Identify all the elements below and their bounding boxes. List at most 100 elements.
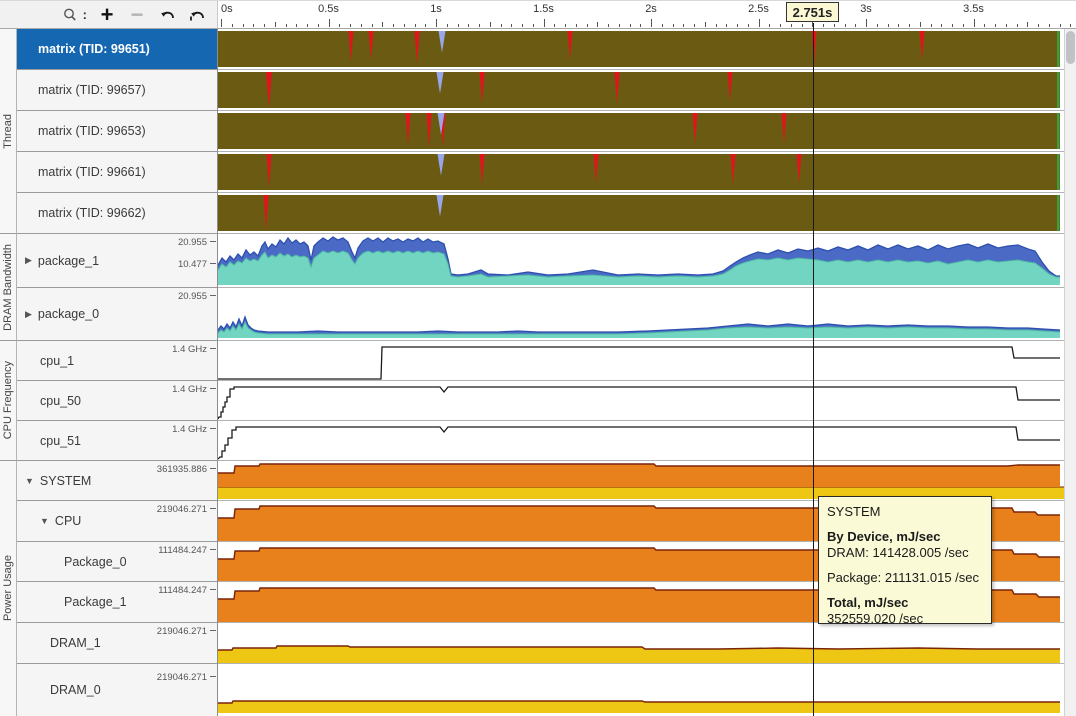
timeline-chart-matrix-tid-99657-[interactable] <box>218 70 1064 111</box>
expand-arrow-icon[interactable]: ▶ <box>25 255 32 266</box>
row-label-dram-0[interactable]: DRAM_0 219046.271 <box>17 664 217 716</box>
section-strip-thread: Thread <box>0 29 17 234</box>
timeline-chart-matrix-tid-99662-[interactable] <box>218 193 1064 234</box>
ruler-tick <box>1038 24 1039 27</box>
vertical-scrollbar[interactable] <box>1064 29 1076 716</box>
row-name: matrix (TID: 99653) <box>38 124 146 138</box>
timeline-chart-dram-1[interactable] <box>218 623 1064 664</box>
ruler-tick <box>274 22 276 27</box>
ruler-tick <box>436 19 437 27</box>
timeline-chart-cpu-51[interactable] <box>218 421 1064 461</box>
ruler-tick <box>446 24 448 27</box>
ruler-tick <box>242 24 244 27</box>
zoom-in-button[interactable]: + <box>97 3 117 25</box>
ruler-tick <box>1048 24 1050 27</box>
row-label-matrix-tid-99657-[interactable]: matrix (TID: 99657) <box>17 70 217 111</box>
ruler-tick <box>1027 22 1029 27</box>
tooltip-title: SYSTEM <box>827 504 881 519</box>
row-label-matrix-tid-99661-[interactable]: matrix (TID: 99661) <box>17 152 217 193</box>
ruler-tick <box>500 24 502 27</box>
ruler-tick-label: 3s <box>860 3 872 15</box>
magnifier-icon <box>60 5 80 25</box>
timeline-chart-package-1[interactable] <box>218 234 1064 288</box>
axis-tick-mark <box>210 241 216 242</box>
timeline-chart-system[interactable] <box>218 461 1064 501</box>
time-marker-label[interactable]: 2.751s <box>786 2 839 22</box>
ruler-tick <box>328 19 330 27</box>
row-name: Package_1 <box>64 595 127 609</box>
ruler-tick <box>952 24 953 27</box>
timeline-chart-cpu-1[interactable] <box>218 341 1064 381</box>
ruler-tick <box>253 24 255 27</box>
axis-max-value: 111484.247 <box>158 545 207 556</box>
row-label-column: matrix (TID: 99651) matrix (TID: 99657) ma… <box>17 29 218 716</box>
row-label-dram-1[interactable]: DRAM_1 219046.271 <box>17 623 217 664</box>
section-strip-power-usage: Power Usage <box>0 461 17 716</box>
timeline-chart-matrix-tid-99661-[interactable] <box>218 152 1064 193</box>
axis-tick-mark <box>210 549 216 550</box>
axis-max-value: 1.4 GHz <box>172 384 207 395</box>
ruler-tick <box>285 24 287 27</box>
row-label-package-0[interactable]: ▶ package_0 20.955 <box>17 288 217 341</box>
zoom-toolbar: : + − <box>0 1 218 28</box>
time-marker-line[interactable] <box>813 23 814 716</box>
time-ruler[interactable]: 2.751s 0s 0.5s 1s 1.5s 2s 2.5s 3s 3.5s <box>218 1 1076 28</box>
ruler-tick <box>995 24 996 27</box>
timeline-chart-package-0[interactable] <box>218 288 1064 341</box>
ruler-tick <box>1016 24 1018 27</box>
ruler-tick <box>823 24 824 27</box>
row-label-package-1[interactable]: ▶ package_1 20.955 10.477 <box>17 234 217 288</box>
row-name: DRAM_1 <box>50 636 101 650</box>
row-label-matrix-tid-99651-[interactable]: matrix (TID: 99651) <box>17 29 217 70</box>
reset-zoom-button[interactable] <box>187 5 207 25</box>
ruler-tick <box>489 22 491 27</box>
ruler-tick <box>608 24 609 27</box>
row-name: matrix (TID: 99657) <box>38 83 146 97</box>
ruler-tick <box>661 24 663 27</box>
row-name: matrix (TID: 99651) <box>38 42 150 56</box>
ruler-tick <box>264 24 265 27</box>
axis-max-value: 20.955 <box>177 291 207 302</box>
ruler-tick <box>543 19 545 27</box>
ruler-tick <box>984 24 986 27</box>
timeline-chart-dram-0[interactable] <box>218 664 1064 716</box>
row-label-cpu-51[interactable]: cpu_51 1.4 GHz <box>17 421 217 461</box>
ruler-tick <box>425 24 427 27</box>
timeline-chart-matrix-tid-99653-[interactable] <box>218 111 1064 152</box>
row-label-system[interactable]: ▼ SYSTEM 361935.886 <box>17 461 217 501</box>
timeline-chart-cpu-50[interactable] <box>218 381 1064 421</box>
row-label-package-0[interactable]: Package_0 111484.247 <box>17 542 217 582</box>
section-label-strip: Thread DRAM Bandwidth CPU Frequency Power U… <box>0 29 17 716</box>
row-label-cpu-1[interactable]: cpu_1 1.4 GHz <box>17 341 217 381</box>
ruler-tick <box>1059 24 1061 27</box>
ruler-tick <box>704 22 706 27</box>
row-label-cpu-50[interactable]: cpu_50 1.4 GHz <box>17 381 217 421</box>
ruler-tick <box>296 24 298 27</box>
collapse-arrow-icon[interactable]: ▼ <box>25 476 34 486</box>
ruler-tick <box>554 24 556 27</box>
ruler-tick <box>597 22 599 27</box>
row-name: cpu_50 <box>40 393 82 408</box>
collapse-arrow-icon[interactable]: ▼ <box>40 516 49 526</box>
row-name: CPU <box>54 514 82 528</box>
axis-max-value: 219046.271 <box>156 504 207 515</box>
expand-arrow-icon[interactable]: ▶ <box>25 309 32 320</box>
row-label-package-1[interactable]: Package_1 111484.247 <box>17 582 217 623</box>
ruler-tick-label: 0.5s <box>318 3 339 15</box>
row-label-cpu[interactable]: ▼ CPU 219046.271 <box>17 501 217 542</box>
axis-tick-mark <box>210 589 216 590</box>
row-label-matrix-tid-99653-[interactable]: matrix (TID: 99653) <box>17 111 217 152</box>
ruler-tick <box>403 24 405 27</box>
row-label-matrix-tid-99662-[interactable]: matrix (TID: 99662) <box>17 193 217 234</box>
toolbar-colon: : <box>82 7 87 22</box>
axis-tick-mark <box>210 508 216 509</box>
scrollbar-thumb[interactable] <box>1066 31 1075 64</box>
ruler-tick <box>393 24 394 27</box>
axis-max-value: 10.477 <box>177 259 207 270</box>
axis-max-value: 219046.271 <box>156 626 207 637</box>
undo-zoom-button[interactable] <box>157 5 177 25</box>
timeline-chart-matrix-tid-99651-[interactable] <box>218 29 1064 70</box>
ruler-tick-label: 2.5s <box>748 3 769 15</box>
row-name: SYSTEM <box>39 473 92 488</box>
zoom-out-button[interactable]: − <box>127 3 147 25</box>
